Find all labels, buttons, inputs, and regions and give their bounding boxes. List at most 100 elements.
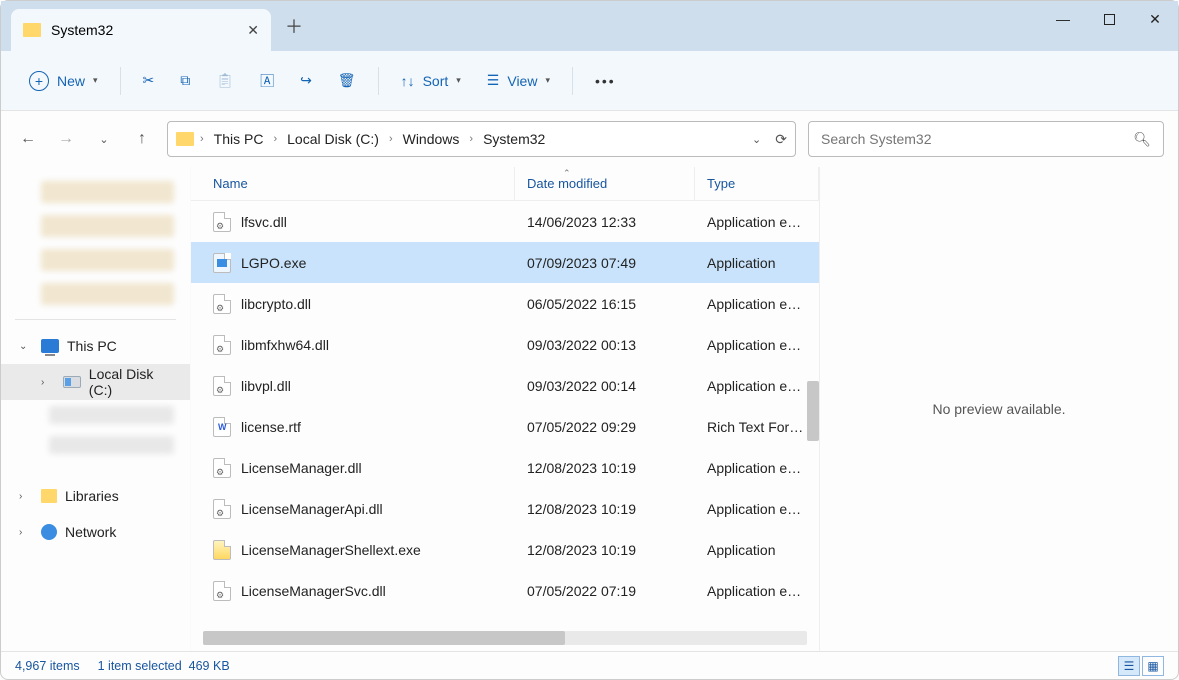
thumbnails-view-button[interactable]: ▦ (1142, 656, 1164, 676)
details-view-button[interactable]: ☰ (1118, 656, 1140, 676)
file-date: 12/08/2023 10:19 (515, 460, 695, 476)
up-button[interactable]: ↑ (129, 126, 155, 152)
back-button[interactable]: ← (15, 126, 41, 152)
column-header-date[interactable]: Date modified (515, 167, 695, 200)
folder-icon (176, 132, 194, 146)
file-date: 09/03/2022 00:14 (515, 378, 695, 394)
breadcrumb[interactable]: System32 (479, 129, 549, 149)
libraries-icon (41, 489, 57, 503)
sidebar-item-blurred[interactable] (41, 215, 174, 237)
sidebar-item-network[interactable]: › Network (1, 514, 190, 550)
list-icon: ☰ (487, 72, 500, 89)
forward-button[interactable]: → (53, 126, 79, 152)
network-icon (41, 524, 57, 540)
sidebar-label: Network (65, 524, 116, 540)
chevron-right-icon[interactable]: › (19, 527, 33, 538)
file-icon (213, 253, 231, 273)
chevron-right-icon[interactable]: › (41, 377, 55, 388)
recent-dropdown[interactable]: ⌄ (91, 126, 117, 152)
file-row[interactable]: license.rtf07/05/2022 09:29Rich Text For… (191, 406, 819, 447)
copy-button[interactable]: ⧉ (170, 63, 200, 99)
file-date: 07/09/2023 07:49 (515, 255, 695, 271)
tab-system32[interactable]: System32 ✕ (11, 9, 271, 51)
file-name: LicenseManagerShellext.exe (241, 542, 421, 558)
new-tab-button[interactable]: ＋ (277, 9, 311, 43)
share-icon: ↪ (300, 72, 312, 89)
paste-button[interactable]: 📋︎ (206, 63, 244, 99)
chevron-down-icon: ▾ (93, 75, 98, 86)
file-icon (213, 458, 231, 478)
file-row[interactable]: LicenseManagerSvc.dll07/05/2022 07:19App… (191, 570, 819, 611)
search-icon: 🔍︎ (1133, 131, 1151, 148)
chevron-down-icon[interactable]: ⌄ (19, 341, 33, 352)
delete-button[interactable]: 🗑 (328, 63, 366, 99)
file-list-pane: ⌃ Name Date modified Type lfsvc.dll14/06… (191, 167, 820, 651)
breadcrumb[interactable]: Local Disk (C:) (283, 129, 383, 149)
chevron-right-icon[interactable]: › (19, 491, 33, 502)
chevron-down-icon: ▾ (545, 75, 550, 86)
file-name: license.rtf (241, 419, 301, 435)
column-headers: ⌃ Name Date modified Type (191, 167, 819, 201)
close-button[interactable]: ✕ (1132, 1, 1178, 37)
file-row[interactable]: lfsvc.dll14/06/2023 12:33Application ext… (191, 201, 819, 242)
chevron-right-icon: › (200, 133, 204, 145)
breadcrumb[interactable]: This PC (210, 129, 268, 149)
new-button[interactable]: + New ▾ (19, 63, 108, 99)
chevron-right-icon: › (273, 133, 277, 145)
address-bar[interactable]: › This PC › Local Disk (C:) › Windows › … (167, 121, 796, 157)
file-icon (213, 417, 231, 437)
rename-button[interactable]: 🄰 (250, 63, 284, 99)
file-type: Application extension (695, 378, 819, 394)
folder-icon (23, 23, 41, 37)
column-header-name[interactable]: Name (191, 167, 515, 200)
file-row[interactable]: LicenseManager.dll12/08/2023 10:19Applic… (191, 447, 819, 488)
address-dropdown[interactable]: ⌄ (752, 133, 761, 146)
scissors-icon: ✂ (143, 72, 155, 89)
file-icon (213, 376, 231, 396)
file-date: 12/08/2023 10:19 (515, 501, 695, 517)
file-row[interactable]: LicenseManagerApi.dll 12/08/2023 10:19App… (191, 488, 819, 529)
sidebar-item-local-disk[interactable]: › Local Disk (C:) (1, 364, 190, 400)
share-button[interactable]: ↪ (290, 63, 322, 99)
file-icon (213, 540, 231, 560)
file-type: Application extension (695, 501, 819, 517)
tab-close-button[interactable]: ✕ (247, 22, 259, 39)
view-button[interactable]: ☰ View ▾ (477, 63, 560, 99)
file-name: LicenseManagerApi.dll (241, 501, 383, 517)
tab-title: System32 (51, 22, 113, 38)
scrollbar-vertical[interactable] (807, 381, 819, 441)
file-row[interactable]: libcrypto.dll06/05/2022 16:15Application… (191, 283, 819, 324)
sidebar-item-blurred[interactable] (41, 181, 174, 203)
file-icon (213, 581, 231, 601)
search-input[interactable] (821, 131, 1133, 147)
breadcrumb[interactable]: Windows (399, 129, 464, 149)
file-row[interactable]: libvpl.dll09/03/2022 00:14Application ex… (191, 365, 819, 406)
column-header-type[interactable]: Type (695, 167, 819, 200)
cut-button[interactable]: ✂ (133, 63, 165, 99)
status-bar: 4,967 items 1 item selected 469 KB ☰ ▦ (1, 651, 1178, 679)
sidebar-item-blurred[interactable] (41, 249, 174, 271)
minimize-button[interactable]: — (1040, 1, 1086, 37)
file-date: 07/05/2022 07:19 (515, 583, 695, 599)
sort-button[interactable]: ↑↓ Sort ▾ (391, 63, 471, 99)
more-button[interactable]: ••• (585, 63, 626, 99)
sidebar-item-blurred[interactable] (49, 436, 174, 454)
plus-icon: + (29, 71, 49, 91)
refresh-button[interactable]: ⟳ (775, 131, 787, 148)
sidebar-item-blurred[interactable] (41, 283, 174, 305)
search-box[interactable]: 🔍︎ (808, 121, 1164, 157)
file-row[interactable]: LGPO.exe07/09/2023 07:49Application (191, 242, 819, 283)
file-row[interactable]: LicenseManagerShellext.exe 12/08/2023 10:… (191, 529, 819, 570)
nav-sidebar: ⌄ This PC › Local Disk (C:) › Libraries … (1, 167, 191, 651)
file-date: 12/08/2023 10:19 (515, 542, 695, 558)
preview-pane: No preview available. (820, 167, 1178, 651)
sidebar-item-this-pc[interactable]: ⌄ This PC (1, 328, 190, 364)
maximize-button[interactable] (1086, 1, 1132, 37)
sidebar-label: Libraries (65, 488, 119, 504)
disk-icon (63, 376, 81, 388)
sidebar-item-blurred[interactable] (49, 406, 174, 424)
file-type: Application extension (695, 296, 819, 312)
scrollbar-horizontal[interactable] (203, 631, 807, 645)
file-row[interactable]: libmfxhw64.dll09/03/2022 00:13Applicatio… (191, 324, 819, 365)
sidebar-item-libraries[interactable]: › Libraries (1, 478, 190, 514)
